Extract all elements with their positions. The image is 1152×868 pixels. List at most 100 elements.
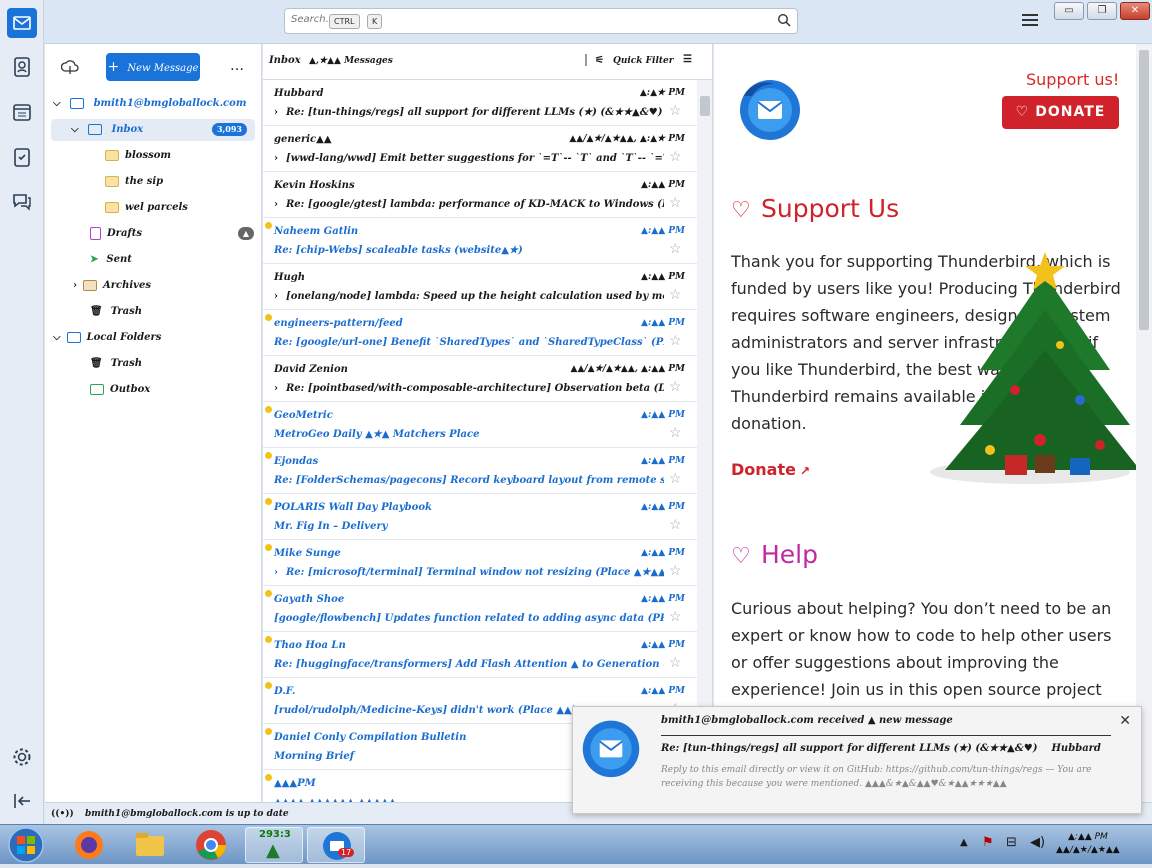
message-row[interactable]: Hubbard ▲:▲★ PM › Re: [tun-things/regs] all… bbox=[263, 80, 697, 126]
new-message-button[interactable]: + New Message bbox=[106, 53, 200, 81]
mail-space-button[interactable] bbox=[7, 8, 37, 38]
maximize-button[interactable]: ❐ bbox=[1087, 2, 1117, 20]
message-subject-text: Re: [FolderSchemas/pagecons] Record keyb… bbox=[274, 475, 664, 486]
app-menu-icon[interactable] bbox=[1022, 14, 1038, 28]
message-row[interactable]: David Zenion ▲▲/▲★/▲★▲▲, ▲:▲▲ PM › Re: [poi… bbox=[263, 356, 697, 402]
action-center-icon[interactable]: ⚑ bbox=[982, 835, 994, 850]
quick-filter-button[interactable]: Quick Filter bbox=[613, 56, 674, 66]
message-date: ▲:▲★ PM bbox=[639, 88, 685, 98]
sent-label: Sent bbox=[106, 254, 132, 265]
message-sender: POLARIS Wall Day Playbook bbox=[274, 502, 432, 513]
thread-chevron-icon[interactable]: › bbox=[274, 107, 278, 118]
folder-archives[interactable]: › Archives bbox=[73, 275, 151, 297]
star-icon[interactable]: ☆ bbox=[669, 518, 683, 532]
address-book-icon[interactable] bbox=[10, 55, 34, 79]
local-folders-label: Local Folders bbox=[86, 332, 162, 343]
message-subject-text: Morning Brief bbox=[274, 751, 355, 762]
thread-chevron-icon[interactable]: › bbox=[274, 199, 278, 210]
clock[interactable]: ▲:▲▲ PM ▲▲/▲★/▲★▲▲ bbox=[1056, 831, 1120, 857]
donate-link[interactable]: Donate ↗ bbox=[731, 460, 810, 479]
new-mail-notification[interactable]: bmith1@bmgloballock.com received ▲ new m… bbox=[572, 706, 1142, 814]
folder-pane-more-button[interactable]: … bbox=[230, 58, 244, 74]
show-hidden-icons[interactable]: ▲ bbox=[960, 837, 968, 848]
folder-drafts[interactable]: Drafts ▲ bbox=[90, 223, 254, 245]
collapse-toolbar-icon[interactable] bbox=[10, 789, 34, 813]
local-folders-row[interactable]: ⌵ Local Folders bbox=[53, 327, 161, 349]
star-icon[interactable]: ☆ bbox=[669, 426, 683, 440]
notification-divider bbox=[661, 735, 1111, 736]
message-list-scrollbar[interactable] bbox=[697, 80, 712, 802]
message-row[interactable]: Ejondas ▲:▲▲ PM Re: [FolderSchemas/pagecon… bbox=[263, 448, 697, 494]
folder-sub-3[interactable]: wel parcels bbox=[105, 197, 188, 219]
taskbar-weather[interactable]: 293:3 ▲ bbox=[245, 827, 303, 863]
star-icon[interactable]: ☆ bbox=[669, 150, 683, 164]
taskbar-explorer[interactable] bbox=[121, 827, 179, 863]
network-icon[interactable]: ⊟ bbox=[1006, 835, 1017, 850]
message-row[interactable]: Hugh ▲:▲▲ PM › [onelang/node] lambda: Speed… bbox=[263, 264, 697, 310]
star-icon[interactable]: ☆ bbox=[669, 334, 683, 348]
account-row[interactable]: ⌵ bmith1@bmgloballock.com bbox=[53, 93, 253, 115]
start-button[interactable] bbox=[2, 825, 46, 865]
search-input[interactable]: Search... CTRL K bbox=[284, 8, 798, 34]
scrollbar-thumb[interactable] bbox=[1139, 50, 1149, 330]
message-row[interactable]: Thao Hoa Ln ▲:▲▲ PM Re: [huggingface/trans… bbox=[263, 632, 697, 678]
star-icon[interactable]: ☆ bbox=[669, 656, 683, 670]
support-us-link[interactable]: Support us! bbox=[1026, 70, 1119, 89]
star-icon[interactable]: ☆ bbox=[669, 288, 683, 302]
taskbar-thunderbird[interactable]: 17 bbox=[307, 827, 365, 863]
donate-button[interactable]: ♡ DONATE bbox=[1002, 96, 1119, 129]
taskbar-firefox[interactable] bbox=[60, 827, 118, 863]
taskbar-chrome[interactable] bbox=[182, 827, 240, 863]
settings-gear-icon[interactable] bbox=[10, 745, 34, 769]
message-row[interactable]: engineers-pattern/feed ▲:▲▲ PM Re: [google… bbox=[263, 310, 697, 356]
thread-chevron-icon[interactable]: › bbox=[274, 291, 278, 302]
unread-dot bbox=[265, 774, 272, 781]
folder-sub-1[interactable]: blossom bbox=[105, 145, 171, 167]
folder-sent[interactable]: ➤ Sent bbox=[90, 249, 132, 271]
message-row[interactable]: generic▲▲ ▲▲/▲★/▲★▲▲, ▲:▲★ PM › [wwd-lang/w… bbox=[263, 126, 697, 172]
message-row[interactable]: POLARIS Wall Day Playbook ▲:▲▲ PM Mr. Fig … bbox=[263, 494, 697, 540]
folder-sub-2[interactable]: the sip bbox=[105, 171, 163, 193]
star-icon[interactable]: ☆ bbox=[669, 472, 683, 486]
message-date: ▲:▲▲ PM bbox=[641, 548, 685, 558]
message-date: ▲:▲▲ PM bbox=[641, 594, 685, 604]
calendar-icon[interactable] bbox=[10, 100, 34, 124]
message-row[interactable]: Naheem Gatlin ▲:▲▲ PM Re: [chip-Webs] scal… bbox=[263, 218, 697, 264]
unread-dot bbox=[265, 406, 272, 413]
trash-label: Trash bbox=[110, 358, 143, 369]
star-icon[interactable]: ☆ bbox=[669, 196, 683, 210]
list-options-icon[interactable]: ☰ bbox=[683, 54, 692, 65]
star-icon[interactable]: ☆ bbox=[669, 380, 683, 394]
folder-local-trash[interactable]: 🗑 Trash bbox=[90, 353, 142, 375]
star-icon[interactable]: ☆ bbox=[669, 104, 683, 118]
folder-trash[interactable]: 🗑 Trash bbox=[90, 301, 142, 323]
scrollbar-thumb[interactable] bbox=[700, 96, 710, 116]
folder-inbox[interactable]: ⌵ Inbox 3,093 bbox=[51, 119, 255, 141]
message-row[interactable]: GeoMetric ▲:▲▲ PM MetroGeo Daily ▲★▲ Match… bbox=[263, 402, 697, 448]
star-icon[interactable]: ☆ bbox=[669, 242, 683, 256]
message-row[interactable]: Kevin Hoskins ▲:▲▲ PM › Re: [google/gtest] … bbox=[263, 172, 697, 218]
star-icon[interactable]: ☆ bbox=[669, 564, 683, 578]
message-row[interactable]: Mike Sunge ▲:▲▲ PM › Re: [microsoft/termina… bbox=[263, 540, 697, 586]
outbox-icon bbox=[90, 384, 104, 395]
unread-dot bbox=[265, 682, 272, 689]
minimize-button[interactable]: ▭ bbox=[1054, 2, 1084, 20]
volume-icon[interactable]: ◀) bbox=[1030, 835, 1045, 850]
online-status-icon[interactable]: ((•)) bbox=[51, 803, 74, 825]
chat-icon[interactable] bbox=[10, 189, 34, 213]
thread-chevron-icon[interactable]: › bbox=[274, 567, 278, 578]
folder-outbox[interactable]: Outbox bbox=[90, 379, 150, 401]
get-messages-icon[interactable] bbox=[61, 59, 79, 75]
thread-chevron-icon[interactable]: › bbox=[274, 153, 278, 164]
content-scrollbar[interactable] bbox=[1136, 44, 1152, 802]
thread-chevron-icon[interactable]: › bbox=[274, 383, 278, 394]
folder-icon bbox=[105, 202, 119, 213]
tasks-icon[interactable] bbox=[10, 145, 34, 169]
search-icon[interactable] bbox=[777, 13, 791, 27]
star-icon[interactable]: ☆ bbox=[669, 610, 683, 624]
message-row[interactable]: Gayath Shoe ▲:▲▲ PM [google/flowbench] Upd… bbox=[263, 586, 697, 632]
shortcut-key-k: K bbox=[367, 14, 383, 29]
close-notification-icon[interactable]: ✕ bbox=[1119, 713, 1131, 729]
quick-filter-icon[interactable]: ⚟ bbox=[595, 55, 604, 66]
close-button[interactable]: ✕ bbox=[1120, 2, 1150, 20]
